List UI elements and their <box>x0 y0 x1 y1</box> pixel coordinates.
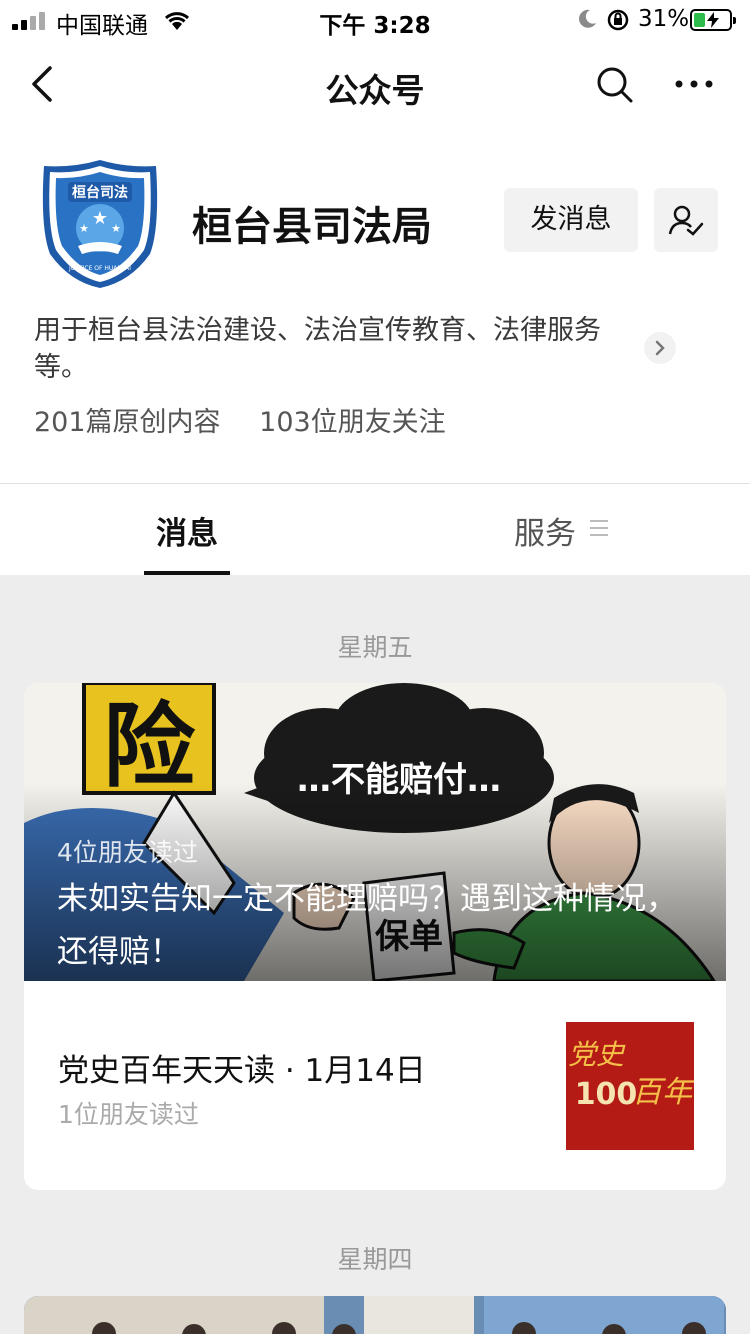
follower-count[interactable]: 103位朋友关注 <box>259 407 446 438</box>
tab-services[interactable]: 服务 <box>514 508 576 553</box>
thumb-text-bottom: 百年 <box>632 1075 694 1110</box>
day-header: 星期五 <box>337 633 413 662</box>
more-options-icon[interactable] <box>674 66 714 106</box>
active-tab-indicator <box>144 571 230 575</box>
hero-title: 未如实告知一定不能理赔吗？遇到这种情况，还得赔！ <box>57 881 677 970</box>
follow-button[interactable] <box>654 188 718 252</box>
article-title: 党史百年天天读 · 1月14日 <box>58 1053 426 1089</box>
account-description[interactable]: 用于桓台县法治建设、法治宣传教育、法律服务等。 <box>34 312 644 386</box>
rotation-lock-icon <box>606 8 630 38</box>
tab-messages[interactable]: 消息 <box>156 508 218 553</box>
account-stats: 201篇原创内容 103位朋友关注 <box>34 400 476 439</box>
send-message-button[interactable]: 发消息 <box>504 188 638 252</box>
thumb-text-top: 党史 <box>568 1038 626 1071</box>
article-card-partial[interactable] <box>24 1296 726 1334</box>
battery-percent: 31% <box>638 6 690 32</box>
status-bar: 中国联通 下午 3:28 31% <box>0 0 750 40</box>
article-readers: 1位朋友读过 <box>58 1100 199 1129</box>
search-icon[interactable] <box>596 66 634 108</box>
svg-text:★: ★ <box>79 222 89 235</box>
day-header: 星期四 <box>337 1245 413 1274</box>
svg-text:★: ★ <box>92 208 108 229</box>
logo-text: 桓台司法 <box>72 184 128 201</box>
chevron-right-icon[interactable] <box>644 332 676 364</box>
original-count[interactable]: 201篇原创内容 <box>34 407 221 438</box>
account-name: 桓台县司法局 <box>192 204 432 250</box>
thumb-text-num: 100 <box>575 1077 638 1112</box>
hero-article[interactable]: 险 …不能赔付… 保单 4位朋友读过 未如实告知一定不能理赔吗？遇到这种情况，还… <box>24 683 726 981</box>
partial-article-image <box>24 1296 726 1334</box>
account-logo: 桓台司法 ★ ★ ★ JUSTICE OF HUANTAI <box>38 158 162 294</box>
hero-readers: 4位朋友读过 <box>57 838 198 867</box>
svg-text:★: ★ <box>111 222 121 235</box>
nav-bar: 公众号 <box>0 52 750 116</box>
moon-icon <box>576 8 598 36</box>
logo-subtext: JUSTICE OF HUANTAI <box>68 265 131 272</box>
menu-icon <box>590 520 608 538</box>
battery-icon <box>690 9 736 31</box>
divider <box>0 483 750 484</box>
article-card: 险 …不能赔付… 保单 4位朋友读过 未如实告知一定不能理赔吗？遇到这种情况，还… <box>24 683 726 1190</box>
article-thumbnail: 党史 100 百年 <box>566 1022 695 1150</box>
header-area: 中国联通 下午 3:28 31% 公众号 桓台司法 ★ ★ ★ JUSTICE … <box>0 0 750 575</box>
followed-user-icon <box>668 205 704 236</box>
page-title: 公众号 <box>325 71 425 110</box>
